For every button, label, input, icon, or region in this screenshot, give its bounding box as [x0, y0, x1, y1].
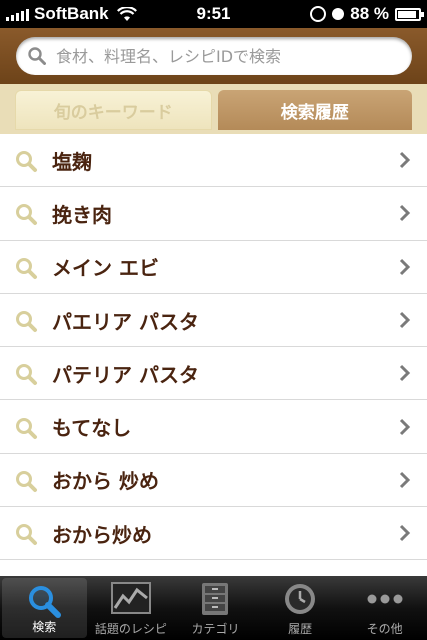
list-item[interactable]: 塩麹 [0, 134, 427, 188]
list-item-label: 挽き肉 [52, 202, 112, 227]
list-item-label: メイン エビ [52, 256, 159, 281]
list-item-label: パテリア パスタ [52, 362, 199, 387]
chevron-right-icon [399, 525, 411, 542]
search-header [0, 28, 427, 84]
tab-search-history[interactable]: 検索履歴 [217, 90, 412, 130]
list-item-label: おから炒め [52, 522, 152, 547]
list-item-label: もてなし [52, 416, 132, 441]
list-item[interactable]: パエリア パスタ [0, 293, 427, 348]
tabbar-search[interactable]: 検索 [2, 578, 87, 638]
chevron-right-icon [399, 152, 411, 169]
trend-chart-icon [110, 582, 151, 614]
tabbar-history[interactable]: 履歴 [258, 576, 343, 640]
tabbar-category[interactable]: カテゴリ [173, 576, 258, 640]
chevron-right-icon [399, 258, 411, 275]
list-item[interactable]: 挽き肉 [0, 187, 427, 241]
clock-icon [285, 584, 316, 614]
tabbar-more[interactable]: その他 [342, 576, 427, 640]
cabinet-icon [202, 583, 229, 615]
battery-icon [395, 7, 424, 21]
segment-tabs: 旬のキーワード 検索履歴 [0, 84, 427, 134]
search-history-list: 塩麹挽き肉メイン エビパエリア パスタ パテリア パスタ もてなしおから 炒め おから… [0, 134, 427, 561]
more-icon [367, 594, 403, 604]
search-field[interactable] [16, 37, 412, 75]
chevron-right-icon [399, 418, 411, 435]
chevron-right-icon [399, 311, 411, 329]
search-icon [16, 364, 37, 386]
chevron-right-icon [399, 365, 411, 382]
list-item[interactable]: おから 炒め [0, 453, 427, 508]
search-icon [16, 311, 37, 333]
search-icon [16, 470, 37, 492]
search-icon [28, 47, 46, 65]
search-icon [16, 204, 37, 226]
list-item[interactable]: おから炒め [0, 507, 427, 561]
chevron-right-icon [399, 205, 411, 222]
status-right: 88 % [310, 4, 424, 24]
list-item-label: おから 炒め [52, 469, 159, 494]
list-item[interactable]: パテリア パスタ [0, 347, 427, 401]
list-item-label: パエリア パスタ [52, 309, 199, 334]
status-bar: SoftBank 9:51 88 % [0, 0, 427, 28]
list-item[interactable]: メイン エビ [0, 240, 427, 294]
tabbar-label: その他 [366, 622, 403, 636]
search-icon [16, 257, 37, 279]
tabbar-label: 履歴 [288, 622, 313, 636]
tab-seasonal-keywords[interactable]: 旬のキーワード [15, 90, 212, 130]
battery-percent: 88 % [350, 4, 389, 23]
search-icon [16, 417, 37, 439]
search-icon [29, 586, 62, 618]
tabbar-label: 話題のレシピ [94, 622, 167, 636]
alarm-icon [332, 8, 345, 20]
chevron-right-icon [399, 471, 411, 488]
tabbar-trending-recipes[interactable]: 話題のレシピ [89, 576, 174, 640]
search-input[interactable] [56, 46, 396, 66]
search-icon [16, 151, 37, 173]
tab-bar: 検索 話題のレシピ カテゴリ 履歴 その他 [0, 576, 427, 640]
list-item-label: 塩麹 [52, 149, 92, 174]
list-item[interactable]: もてなし [0, 400, 427, 454]
tabbar-label: カテゴリ [191, 622, 240, 636]
tabbar-label: 検索 [32, 620, 57, 634]
search-icon [16, 524, 37, 546]
rotation-lock-icon [310, 6, 327, 22]
